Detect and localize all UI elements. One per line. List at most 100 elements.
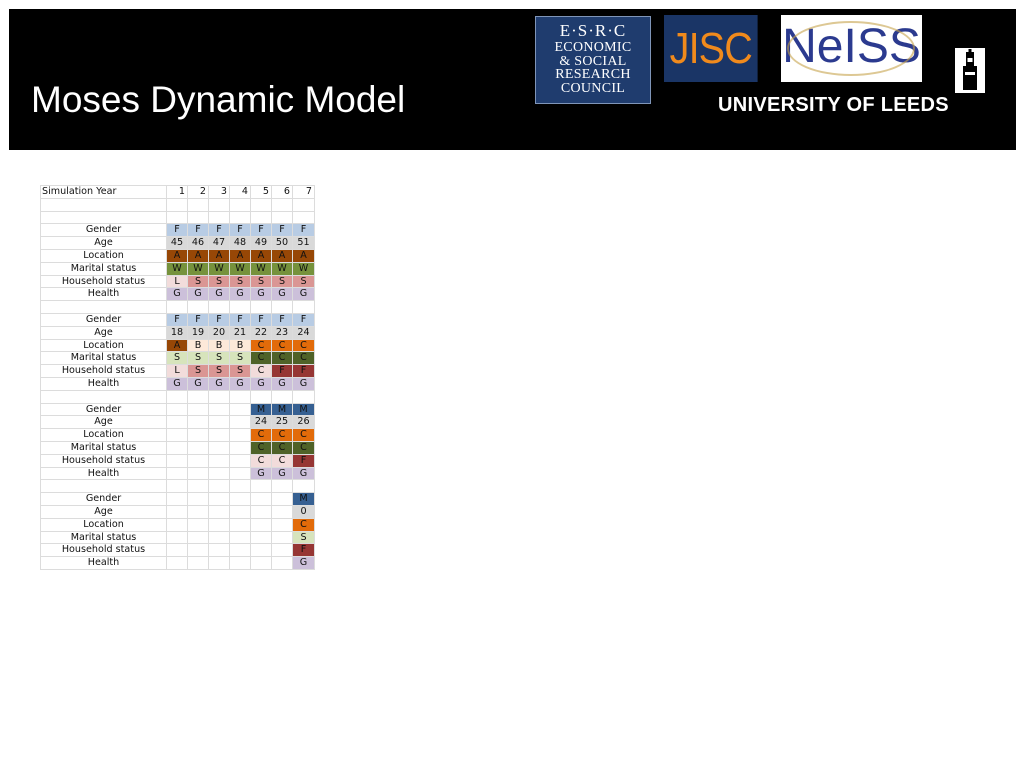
value-cell: C: [292, 351, 315, 366]
table-row: Household status L S S S C F F: [40, 364, 315, 378]
value-cell: C: [271, 351, 293, 366]
row-label: Household status: [40, 453, 167, 468]
value-cell: [250, 556, 272, 570]
table-row: Household status F: [40, 543, 315, 558]
value-cell: G: [292, 466, 315, 481]
value-cell: W: [250, 261, 272, 276]
spacer-cell: [208, 197, 230, 212]
table-row: Marital status C C C: [40, 440, 315, 455]
value-cell: [271, 504, 293, 519]
value-cell: B: [208, 338, 230, 353]
row-label: Household status: [40, 274, 167, 289]
esrc-logo-line: COUNCIL: [560, 80, 626, 96]
value-cell: [166, 517, 188, 532]
value-cell: [187, 504, 209, 519]
row-label: Gender: [40, 223, 167, 238]
spacer-cell: [229, 197, 251, 212]
spacer-cell: [166, 210, 188, 225]
value-cell: C: [250, 338, 272, 353]
value-cell: G: [187, 287, 209, 302]
esrc-logo-line: ECONOMIC: [554, 40, 632, 55]
spacer-cell: [250, 479, 272, 494]
value-cell: [208, 402, 230, 417]
table-row: Household status L S S S S S S: [40, 274, 315, 289]
value-cell: C: [292, 517, 315, 532]
table-row: Health G G G: [40, 466, 315, 481]
value-cell: 46: [187, 236, 209, 250]
value-cell: S: [250, 274, 272, 289]
value-cell: F: [271, 223, 293, 238]
value-cell: [166, 530, 188, 545]
value-cell: [187, 530, 209, 545]
row-label: Gender: [40, 312, 167, 327]
value-cell: [166, 453, 188, 468]
spacer-cell: [208, 300, 230, 314]
table-row: Location A A A A A A A: [40, 248, 315, 263]
table-row: Age 18 19 20 21 22 23 24: [40, 325, 315, 340]
value-cell: F: [271, 312, 293, 327]
table-row: Age 45 46 47 48 49 50 51: [40, 236, 315, 250]
value-cell: A: [250, 248, 272, 263]
neiss-logo: NeISS: [781, 15, 922, 82]
row-label: Household status: [40, 364, 167, 378]
table-row: Gender F F F F F F F: [40, 223, 315, 238]
spacer-cell: [187, 197, 209, 212]
value-cell: C: [292, 440, 315, 455]
value-cell: 0: [292, 504, 315, 519]
spacer-cell: [208, 210, 230, 225]
spacer-cell: [271, 389, 293, 404]
value-cell: [187, 556, 209, 570]
value-cell: [166, 504, 188, 519]
table-row: Gender M M M: [40, 402, 315, 417]
value-cell: F: [166, 312, 188, 327]
value-cell: A: [187, 248, 209, 263]
value-cell: F: [229, 223, 251, 238]
spacer-row: [40, 479, 315, 494]
esrc-logo-line: & SOCIAL: [559, 53, 627, 69]
value-cell: S: [187, 364, 209, 378]
spacer-cell: [229, 210, 251, 225]
value-cell: 49: [250, 236, 272, 250]
value-cell: G: [187, 376, 209, 391]
value-cell: G: [208, 287, 230, 302]
value-cell: C: [271, 440, 293, 455]
value-cell: G: [271, 466, 293, 481]
spacer-cell: [292, 479, 315, 494]
value-cell: S: [166, 351, 188, 366]
value-cell: S: [187, 351, 209, 366]
value-cell: 18: [166, 325, 188, 340]
value-cell: 45: [166, 236, 188, 250]
value-cell: [166, 440, 188, 455]
value-cell: [208, 530, 230, 545]
neiss-logo-arc: [787, 21, 915, 76]
value-cell: G: [229, 376, 251, 391]
value-cell: 25: [271, 415, 293, 430]
value-cell: C: [250, 440, 272, 455]
table-row: Health G G G G G G G: [40, 287, 315, 302]
value-cell: S: [229, 274, 251, 289]
value-cell: [208, 440, 230, 455]
value-cell: G: [292, 556, 315, 570]
value-cell: M: [250, 402, 272, 417]
value-cell: [271, 530, 293, 545]
value-cell: [229, 543, 251, 558]
spacer-cell: [40, 389, 167, 404]
spacer-cell: [271, 479, 293, 494]
spacer-row: [40, 197, 315, 212]
value-cell: [187, 440, 209, 455]
row-label: Gender: [40, 492, 167, 506]
year-header-row: Simulation Year 1 2 3 4 5 6 7: [40, 185, 315, 199]
value-cell: L: [166, 274, 188, 289]
row-label: Household status: [40, 543, 167, 558]
value-cell: 48: [229, 236, 251, 250]
value-cell: [250, 517, 272, 532]
value-cell: G: [292, 376, 315, 391]
year-header-cell: 7: [292, 185, 315, 199]
value-cell: M: [271, 402, 293, 417]
spacer-cell: [166, 479, 188, 494]
spacer-cell: [40, 479, 167, 494]
value-cell: 21: [229, 325, 251, 340]
row-label: Health: [40, 556, 167, 570]
value-cell: [208, 428, 230, 442]
value-cell: [187, 453, 209, 468]
